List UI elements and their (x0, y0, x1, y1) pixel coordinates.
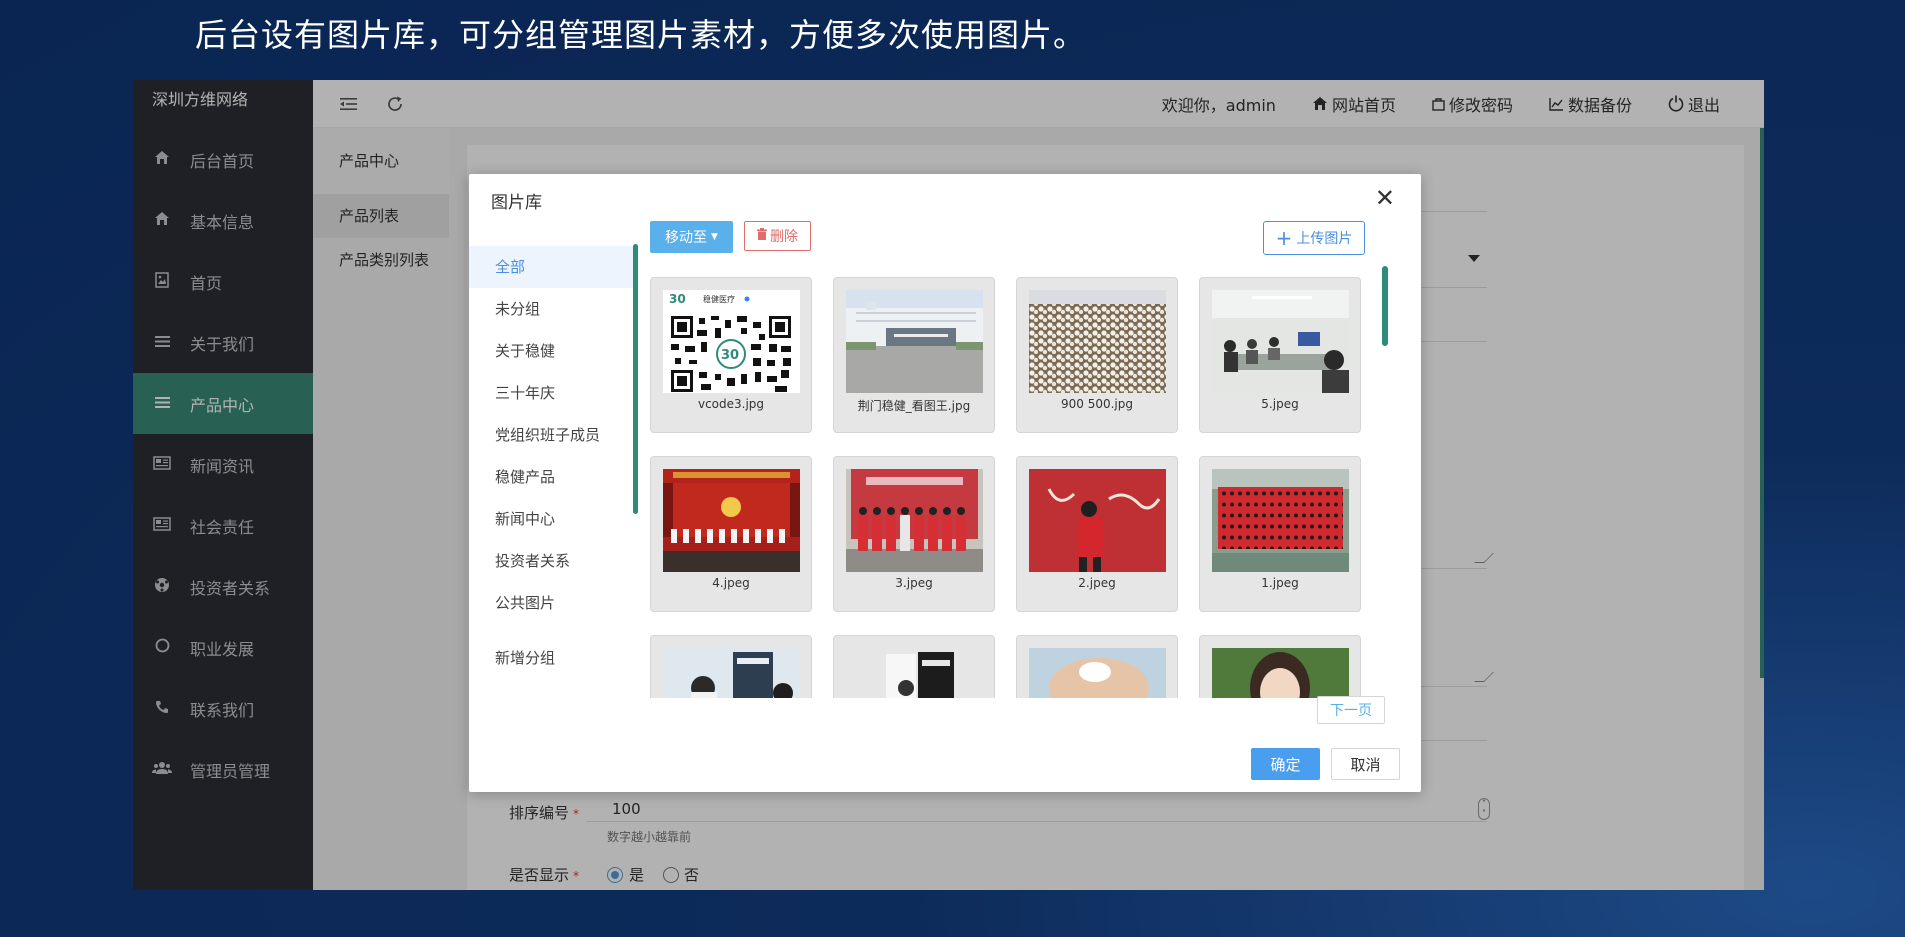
image-caption: 4.jpeg (712, 576, 750, 590)
meeting-room-photo (1212, 290, 1349, 393)
image-card[interactable] (833, 635, 995, 698)
trash-icon (757, 228, 767, 244)
group-item-all[interactable]: 全部 (469, 246, 634, 288)
svg-text:稳健医疗: 稳健医疗 (703, 294, 735, 304)
large-group-photo (1212, 469, 1349, 572)
next-page-button[interactable]: 下一页 (1317, 696, 1385, 724)
group-item-news[interactable]: 新闻中心 (469, 498, 634, 540)
add-group-button[interactable]: 新增分组 (495, 647, 555, 668)
group-photo-backdrop (846, 469, 983, 572)
confirm-button[interactable]: 确定 (1251, 748, 1320, 780)
upload-label: 上传图片 (1296, 231, 1353, 247)
image-card[interactable] (1199, 635, 1361, 698)
image-grid: 稳健医疗 30 30 vcode3.jpg 荆门稳健_看图王.jpg 900 5… (650, 277, 1398, 698)
page-headline: 后台设有图片库，可分组管理图片素材，方便多次使用图片。 (195, 16, 1087, 54)
image-library-dialog: 图片库 ✕ 全部 未分组 关于稳健 三十年庆 党组织班子成员 稳健产品 新闻中心… (469, 174, 1421, 792)
image-grid-scrollbar[interactable] (1382, 266, 1388, 346)
svg-text:30: 30 (669, 292, 686, 306)
move-to-button[interactable]: 移动至 ▼ (650, 221, 733, 253)
image-card[interactable]: 5.jpeg (1199, 277, 1361, 433)
group-item-investors[interactable]: 投资者关系 (469, 540, 634, 582)
image-card[interactable]: 3.jpeg (833, 456, 995, 612)
image-caption: 5.jpeg (1261, 397, 1299, 411)
woman-portrait-photo (1212, 648, 1349, 698)
qr-code-image: 稳健医疗 30 30 (663, 290, 800, 393)
image-card[interactable]: 2.jpeg (1016, 456, 1178, 612)
image-caption: 1.jpeg (1261, 576, 1299, 590)
image-card[interactable] (1016, 635, 1178, 698)
group-item-ungrouped[interactable]: 未分组 (469, 288, 634, 330)
image-card[interactable]: 1.jpeg (1199, 456, 1361, 612)
group-item-products[interactable]: 稳健产品 (469, 456, 634, 498)
group-item-public[interactable]: 公共图片 (469, 582, 634, 624)
group-item-party-members[interactable]: 党组织班子成员 (469, 414, 634, 456)
group-item-about[interactable]: 关于稳健 (469, 330, 634, 372)
svg-text:30: 30 (721, 348, 739, 363)
image-caption: 3.jpeg (895, 576, 933, 590)
stage-ceremony-photo (663, 469, 800, 572)
factory-photo (846, 290, 983, 393)
upload-image-button[interactable]: + 上传图片 (1263, 221, 1365, 255)
caret-down-icon: ▼ (711, 232, 718, 242)
group-item-anniversary[interactable]: 三十年庆 (469, 372, 634, 414)
cancel-button[interactable]: 取消 (1331, 748, 1400, 780)
close-icon[interactable]: ✕ (1375, 184, 1395, 212)
image-caption: 2.jpeg (1078, 576, 1116, 590)
signature-wall-photo (1029, 469, 1166, 572)
image-caption: 荆门稳健_看图王.jpg (857, 399, 971, 413)
hand-cotton-photo (1029, 648, 1166, 698)
delete-button[interactable]: 删除 (744, 221, 811, 251)
image-caption: vcode3.jpg (697, 397, 765, 411)
image-card[interactable]: 900 500.jpg (1016, 277, 1178, 433)
cotton-field-photo (1029, 290, 1166, 393)
dialog-title: 图片库 (491, 193, 542, 213)
product-mask-photo (663, 648, 800, 698)
image-card[interactable]: 稳健医疗 30 30 vcode3.jpg (650, 277, 812, 433)
plus-icon: + (1275, 226, 1293, 250)
image-card[interactable] (650, 635, 812, 698)
product-box-photo (846, 648, 983, 698)
move-to-label: 移动至 (665, 230, 708, 246)
group-list-scrollbar[interactable] (633, 244, 638, 514)
image-card[interactable]: 4.jpeg (650, 456, 812, 612)
delete-label: 删除 (770, 229, 798, 245)
image-card[interactable]: 荆门稳健_看图王.jpg (833, 277, 995, 433)
image-caption: 900 500.jpg (1060, 397, 1133, 411)
group-list: 全部 未分组 关于稳健 三十年庆 党组织班子成员 稳健产品 新闻中心 投资者关系… (469, 246, 634, 624)
